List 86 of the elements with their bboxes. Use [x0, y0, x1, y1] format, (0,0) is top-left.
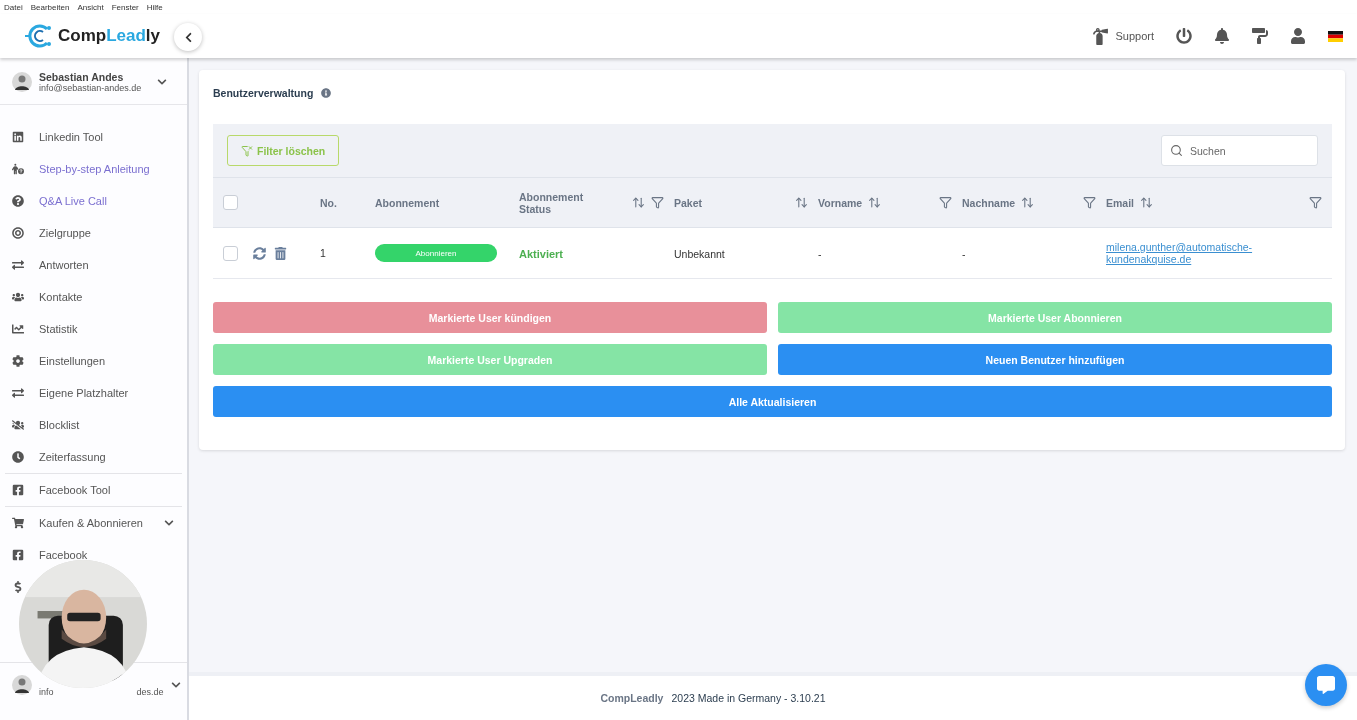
extinguisher-icon: [1092, 27, 1110, 45]
user-name: Sebastian Andes: [39, 71, 125, 83]
column-header: Email: [1106, 196, 1134, 209]
sidebar-item[interactable]: Antworten: [39, 259, 89, 271]
email-link[interactable]: milena.gunther@automatische-kundenakquise.de: [1106, 241, 1332, 265]
refresh-icon[interactable]: [253, 246, 266, 260]
column-header: Nachname: [962, 196, 1016, 209]
sidebar-item[interactable]: Kontakte: [39, 291, 83, 303]
filter-icon[interactable]: [1309, 196, 1322, 209]
people-icon: [12, 291, 25, 303]
facebook-icon: [12, 549, 25, 561]
logo-text: CompLeadly: [58, 26, 161, 46]
clock-icon: [12, 451, 25, 463]
sidebar-item[interactable]: Einstellungen: [39, 355, 106, 367]
sidebar-item[interactable]: Facebook: [39, 549, 88, 561]
sort-icon[interactable]: [1140, 196, 1153, 209]
paint-roller-icon[interactable]: [1252, 28, 1268, 44]
avatar-icon: [12, 72, 32, 92]
support-button[interactable]: Support: [1092, 27, 1154, 45]
filter-icon[interactable]: [1083, 196, 1096, 209]
trash-icon[interactable]: [274, 246, 287, 260]
user-icon[interactable]: [1290, 28, 1306, 44]
checkbox[interactable]: [223, 245, 238, 261]
filter-off-icon: [241, 144, 253, 157]
linkedin-icon: [12, 131, 25, 143]
arrows-icon: [12, 387, 25, 399]
table-cell: -: [818, 248, 822, 260]
sidebar-item[interactable]: Eigene Platzhalter: [39, 387, 129, 399]
chevron-down-icon[interactable]: [157, 77, 167, 87]
search-field[interactable]: Suchen: [1161, 135, 1318, 166]
sidebar-item[interactable]: Facebook Tool: [39, 484, 111, 496]
collapse-button[interactable]: [174, 23, 202, 51]
chat-button[interactable]: [1305, 664, 1347, 706]
target-icon: [12, 227, 25, 239]
table-cell: Unbekannt: [674, 248, 725, 260]
avatar-icon: [12, 674, 32, 695]
cart-icon: [12, 517, 25, 529]
sidebar-item[interactable]: Zielgruppe: [39, 227, 91, 239]
chevron-down-icon[interactable]: [164, 518, 174, 528]
filter-icon[interactable]: [651, 196, 664, 209]
sidebar-item[interactable]: Statistik: [39, 323, 78, 335]
sidebar-item[interactable]: Step-by-step Anleitung: [39, 163, 150, 175]
menu-item[interactable]: Hilfe: [146, 2, 163, 12]
line-chart-icon: [12, 323, 25, 335]
people-crossed-icon: [12, 419, 25, 431]
german-flag-icon[interactable]: [1328, 30, 1343, 42]
column-header: Paket: [674, 196, 703, 209]
info-icon[interactable]: [321, 88, 332, 98]
page-title: Benutzerverwaltung: [213, 87, 314, 99]
chevron-down-icon[interactable]: [170, 679, 181, 690]
menu-item[interactable]: Fenster: [111, 2, 139, 12]
user-email: des.de: [136, 686, 164, 697]
sidebar-item[interactable]: Kaufen & Abonnieren: [39, 517, 143, 529]
status-text: Aktiviert: [519, 248, 564, 260]
chat-icon: [1317, 676, 1335, 694]
checkbox[interactable]: [223, 195, 238, 210]
facebook-icon: [12, 484, 25, 496]
column-header: Abonnement: [375, 196, 440, 209]
user-email: info@sebastian-andes.de: [39, 83, 142, 93]
sort-icon[interactable]: [1021, 196, 1035, 209]
filter-icon[interactable]: [939, 196, 952, 209]
footer-brand: CompLeadly: [600, 692, 664, 704]
sidebar-item[interactable]: Zeiterfassung: [39, 451, 106, 463]
settings-icon: [12, 355, 25, 367]
sidebar-item[interactable]: Linkedin Tool: [39, 131, 103, 143]
column-header: Vorname: [818, 196, 863, 209]
bell-icon[interactable]: [1214, 28, 1230, 44]
table-cell-text: 1: [320, 247, 327, 259]
question-icon: [12, 195, 25, 207]
column-header: No.: [320, 196, 337, 209]
arrows-icon: [12, 259, 25, 271]
power-icon[interactable]: [1176, 28, 1192, 44]
menu-item[interactable]: Ansicht: [77, 2, 104, 12]
table-cell: -: [962, 248, 966, 260]
sidebar-item[interactable]: Q&A Live Call: [39, 195, 107, 207]
menu-item[interactable]: Bearbeiten: [30, 2, 70, 12]
column-header: Abonnement Status: [519, 190, 585, 215]
sort-icon[interactable]: [868, 196, 882, 209]
footer-text: 2023 Made in Germany - 3.10.21: [671, 692, 826, 704]
sidebar-item[interactable]: Blocklist: [39, 419, 80, 431]
menu-item[interactable]: Datei: [4, 2, 23, 12]
sort-icon[interactable]: [632, 196, 645, 209]
sort-icon[interactable]: [795, 196, 808, 209]
person-question-icon: [12, 163, 25, 175]
search-icon: [1170, 144, 1183, 157]
user-email: info: [39, 686, 54, 697]
